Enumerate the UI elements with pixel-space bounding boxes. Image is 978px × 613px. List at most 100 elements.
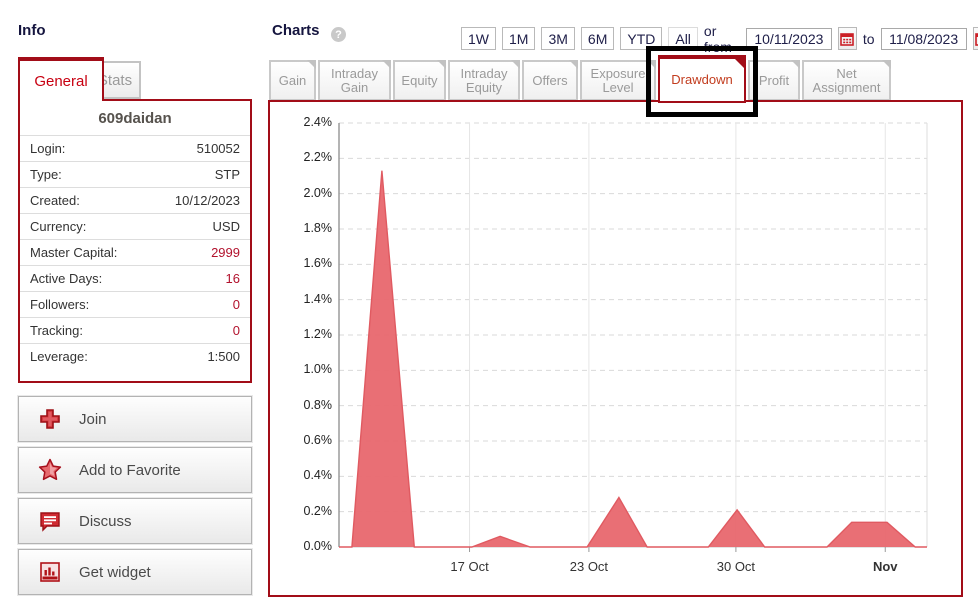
from-date-input[interactable] bbox=[746, 28, 832, 50]
tab-label: Gain bbox=[279, 74, 306, 88]
range-button-6m[interactable]: 6M bbox=[581, 27, 614, 50]
to-calendar-button[interactable] bbox=[973, 27, 978, 50]
drawdown-chart-panel: 0.0% 0.2% 0.4% 0.6% 0.8% 1.0% 1.2% 1.4% 1.6% 1.8%… bbox=[268, 100, 963, 597]
row-label: Currency: bbox=[30, 219, 86, 234]
y-axis-tick-label: 0.2% bbox=[280, 504, 332, 518]
row-value: 1:500 bbox=[207, 349, 240, 364]
row-value: 10/12/2023 bbox=[175, 193, 240, 208]
signal-page: Info General Stats 609daidan Login: 5100… bbox=[0, 0, 978, 613]
get-widget-button[interactable]: Get widget bbox=[18, 549, 252, 595]
y-axis-tick-label: 2.2% bbox=[280, 150, 332, 164]
info-row-type: Type: STP bbox=[20, 161, 250, 187]
add-to-favorite-button[interactable]: Add to Favorite bbox=[18, 447, 252, 493]
fold-corner-icon bbox=[569, 60, 578, 69]
info-row-tracking: Tracking: 0 bbox=[20, 317, 250, 343]
fold-corner-icon bbox=[733, 57, 746, 70]
range-button-ytd[interactable]: YTD bbox=[620, 27, 662, 50]
row-label: Master Capital: bbox=[30, 245, 117, 260]
widget-chart-icon bbox=[37, 559, 63, 585]
row-label: Followers: bbox=[30, 297, 89, 312]
y-axis-tick-label: 1.2% bbox=[280, 327, 332, 341]
or-from-label: or from bbox=[704, 23, 740, 55]
drawdown-chart-svg bbox=[339, 123, 927, 547]
account-name: 609daidan bbox=[20, 101, 250, 135]
row-value: 16 bbox=[226, 271, 240, 286]
help-icon[interactable]: ? bbox=[331, 27, 346, 42]
plus-icon bbox=[37, 406, 63, 432]
tab-profit[interactable]: Profit bbox=[748, 60, 800, 101]
row-value: 510052 bbox=[197, 141, 240, 156]
from-calendar-button[interactable] bbox=[838, 27, 857, 50]
tab-exposure-level[interactable]: Exposure Level bbox=[580, 60, 656, 101]
row-label: Active Days: bbox=[30, 271, 102, 286]
tab-label: Profit bbox=[759, 74, 789, 88]
fold-corner-icon bbox=[437, 60, 446, 69]
join-button-label: Join bbox=[79, 411, 107, 428]
calendar-icon bbox=[840, 32, 854, 46]
fold-corner-icon bbox=[307, 60, 316, 69]
tab-label: Offers bbox=[532, 74, 567, 88]
x-axis-tick-label: Nov bbox=[873, 559, 898, 574]
tab-label: Intraday Gain bbox=[320, 67, 389, 95]
row-label: Tracking: bbox=[30, 323, 83, 338]
to-label: to bbox=[863, 31, 875, 47]
tab-label: Drawdown bbox=[671, 73, 732, 87]
tab-label: Exposure Level bbox=[582, 67, 654, 95]
get-widget-label: Get widget bbox=[79, 564, 151, 581]
range-controls: 1W 1M 3M 6M YTD All or from to bbox=[461, 27, 978, 50]
row-label: Created: bbox=[30, 193, 80, 208]
range-button-3m[interactable]: 3M bbox=[541, 27, 574, 50]
tab-offers[interactable]: Offers bbox=[522, 60, 578, 101]
info-row-active-days: Active Days: 16 bbox=[20, 265, 250, 291]
tab-general-label: General bbox=[34, 73, 87, 90]
info-row-master-capital: Master Capital: 2999 bbox=[20, 239, 250, 265]
tab-general[interactable]: General bbox=[18, 57, 104, 101]
tab-net-assignment[interactable]: Net Assignment bbox=[802, 60, 891, 101]
info-row-login: Login: 510052 bbox=[20, 135, 250, 161]
range-button-all[interactable]: All bbox=[668, 27, 698, 50]
info-row-leverage: Leverage: 1:500 bbox=[20, 343, 250, 369]
tab-intraday-equity[interactable]: Intraday Equity bbox=[448, 60, 520, 101]
row-label: Type: bbox=[30, 167, 62, 182]
row-value: STP bbox=[215, 167, 240, 182]
fold-corner-icon bbox=[882, 60, 891, 69]
info-row-currency: Currency: USD bbox=[20, 213, 250, 239]
row-value: 0 bbox=[233, 297, 240, 312]
tab-equity[interactable]: Equity bbox=[393, 60, 446, 101]
star-icon bbox=[37, 457, 63, 483]
tab-drawdown[interactable]: Drawdown bbox=[658, 55, 746, 103]
drawdown-plot-area bbox=[339, 123, 927, 547]
info-header: Info bbox=[18, 22, 46, 39]
y-axis-tick-label: 1.8% bbox=[280, 221, 332, 235]
fold-corner-icon bbox=[382, 60, 391, 69]
y-axis-tick-label: 1.6% bbox=[280, 256, 332, 270]
y-axis-tick-label: 2.4% bbox=[280, 115, 332, 129]
x-axis-tick-label: 23 Oct bbox=[570, 559, 608, 574]
tab-label: Equity bbox=[401, 74, 437, 88]
discuss-button[interactable]: Discuss bbox=[18, 498, 252, 544]
tab-gain[interactable]: Gain bbox=[269, 60, 316, 101]
row-value: USD bbox=[213, 219, 240, 234]
y-axis-tick-label: 2.0% bbox=[280, 186, 332, 200]
range-button-1w[interactable]: 1W bbox=[461, 27, 496, 50]
fold-corner-icon bbox=[511, 60, 520, 69]
join-button[interactable]: Join bbox=[18, 396, 252, 442]
fold-corner-icon bbox=[647, 60, 656, 69]
fold-corner-icon bbox=[791, 60, 800, 69]
y-axis-tick-label: 0.6% bbox=[280, 433, 332, 447]
tab-label: Intraday Equity bbox=[450, 67, 518, 95]
to-date-input[interactable] bbox=[881, 28, 967, 50]
y-axis-tick-label: 0.0% bbox=[280, 539, 332, 553]
y-axis-tick-label: 1.4% bbox=[280, 292, 332, 306]
tab-label: Net Assignment bbox=[804, 67, 889, 95]
y-axis-tick-label: 0.8% bbox=[280, 398, 332, 412]
tab-intraday-gain[interactable]: Intraday Gain bbox=[318, 60, 391, 101]
info-row-followers: Followers: 0 bbox=[20, 291, 250, 317]
y-axis-tick-label: 1.0% bbox=[280, 362, 332, 376]
row-value: 2999 bbox=[211, 245, 240, 260]
speech-bubble-icon bbox=[37, 508, 63, 534]
charts-header: Charts bbox=[272, 22, 320, 39]
row-value: 0 bbox=[233, 323, 240, 338]
y-axis-tick-label: 0.4% bbox=[280, 468, 332, 482]
range-button-1m[interactable]: 1M bbox=[502, 27, 535, 50]
